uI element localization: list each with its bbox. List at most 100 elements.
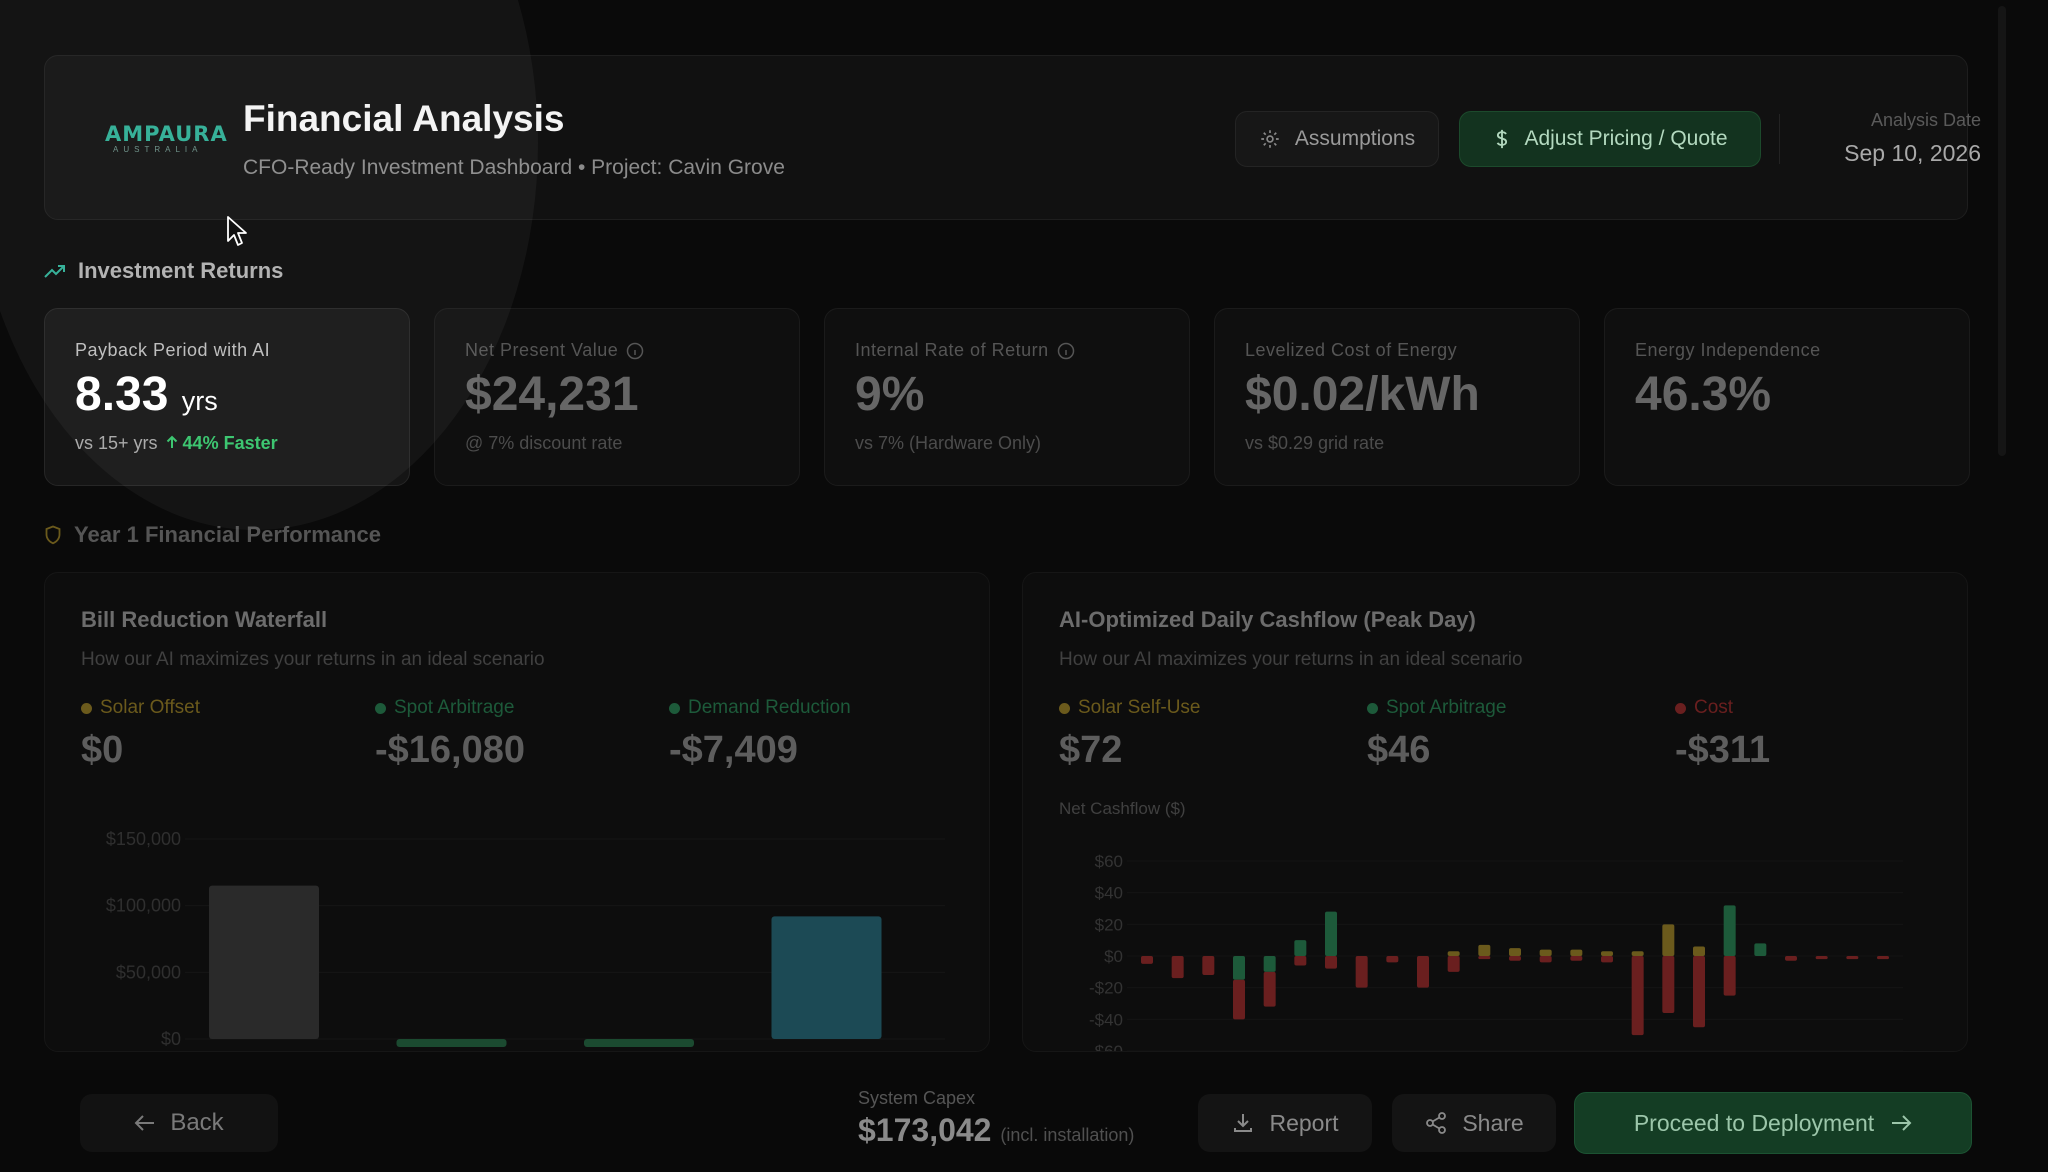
year1-heading: Year 1 Financial Performance [44, 522, 381, 548]
cashflow-bar [1294, 940, 1307, 956]
download-icon [1234, 1114, 1253, 1132]
report-button[interactable]: Report [1198, 1094, 1372, 1152]
share-button[interactable]: Share [1392, 1094, 1556, 1152]
cashflow-bar [1509, 948, 1521, 956]
info-icon[interactable] [626, 342, 644, 360]
cashflow-bar [1539, 956, 1552, 963]
waterfall-bar [584, 1039, 694, 1047]
cashflow-bar [1325, 911, 1337, 956]
cashflow-bar [1539, 949, 1552, 956]
metric-sub: vs 15+ yrs 44% Faster [75, 433, 278, 454]
cashflow-bar [1785, 956, 1797, 961]
npv-value: $24,231 [465, 368, 639, 421]
page-title: Financial Analysis [243, 98, 565, 139]
gear-icon [1261, 130, 1279, 148]
arrow-right-icon [1892, 1115, 1912, 1131]
y-tick-label: $150,000 [106, 829, 181, 849]
faster-badge: 44% Faster [166, 433, 278, 454]
financial-analysis-page: AMPAURA AUSTRALIA Financial Analysis CFO… [0, 0, 2048, 1172]
metric-npv: Net Present Value $24,231 @ 7% discount … [434, 308, 800, 486]
analysis-date-value: Sep 10, 2026 [1844, 140, 1981, 166]
logo-wordmark: AMPAURA [105, 122, 228, 146]
cashflow-bar [1478, 956, 1491, 960]
waterfall-panel: Bill Reduction Waterfall How our AI maxi… [44, 572, 990, 1052]
cashflow-chart: $60 $40 $20 $0 -$20 -$40 -$60 [1089, 852, 1903, 1052]
cashflow-bar [1754, 943, 1767, 956]
assumptions-button[interactable]: Assumptions [1235, 111, 1439, 167]
dollar-icon [1497, 129, 1508, 149]
info-icon[interactable] [1057, 342, 1075, 360]
cashflow-bar [1723, 956, 1736, 996]
mouse-cursor-icon [227, 216, 247, 246]
report-label: Report [1269, 1109, 1339, 1136]
cashflow-bar [1478, 944, 1491, 956]
metric-label: Net Present Value [465, 340, 644, 361]
y-tick-label: $100,000 [106, 896, 181, 916]
cashflow-bar [1815, 956, 1828, 960]
capex-value: $173,042 [858, 1112, 992, 1148]
cashflow-bar [1294, 956, 1307, 966]
cashflow-bar [1631, 951, 1644, 956]
y-tick-label: $0 [161, 1029, 181, 1049]
cashflow-bar [1141, 956, 1153, 964]
cashflow-bar [1417, 956, 1429, 988]
cashflow-bar [1509, 956, 1521, 961]
cashflow-bar [1570, 949, 1583, 956]
cashflow-bar [1846, 956, 1859, 960]
cashflow-bar [1723, 905, 1736, 956]
y-tick-label: $20 [1095, 915, 1123, 934]
cashflow-bar [1233, 979, 1245, 1020]
page-scrollbar[interactable] [1998, 6, 2006, 456]
independence-label: Energy Independence [1635, 340, 1821, 360]
proceed-label: Proceed to Deployment [1633, 1109, 1875, 1136]
cashflow-bar [1325, 956, 1337, 969]
waterfall-bar [396, 1039, 507, 1047]
adjust-pricing-button[interactable]: Adjust Pricing / Quote [1459, 111, 1761, 167]
metric-energy-independence: Energy Independence 46.3% [1604, 308, 1970, 486]
cashflow-bar [1233, 956, 1245, 980]
y-tick-label: -$20 [1089, 979, 1123, 998]
capex-note: (incl. installation) [1000, 1125, 1135, 1145]
page-subtitle: CFO-Ready Investment Dashboard • Project… [243, 156, 785, 179]
cashflow-bar [1601, 956, 1613, 963]
arrow-left-icon [134, 1115, 155, 1131]
y-tick-label: $0 [1104, 947, 1123, 966]
cashflow-bar [1447, 951, 1460, 956]
irr-label: Internal Rate of Return [855, 340, 1049, 360]
npv-label: Net Present Value [465, 340, 619, 360]
company-logo: AMPAURA AUSTRALIA [105, 123, 235, 155]
metric-payback-period: Payback Period with AI 8.33 yrs vs 15+ y… [44, 308, 410, 486]
payback-comparison: vs 15+ yrs [75, 433, 158, 453]
lcoe-sub: vs $0.29 grid rate [1245, 433, 1385, 453]
logo-subtext: AUSTRALIA [113, 145, 203, 154]
cashflow-bar [1263, 971, 1276, 1007]
cashflow-bar [1601, 951, 1613, 956]
cashflow-bar [1386, 956, 1399, 963]
cashflow-bar [1263, 956, 1276, 972]
shield-icon [45, 525, 61, 545]
cashflow-bar [1570, 956, 1583, 961]
metric-value: 8.33 yrs [75, 367, 218, 422]
proceed-to-deployment-button[interactable]: Proceed to Deployment [1574, 1092, 1972, 1154]
y-tick-label: -$40 [1089, 1010, 1123, 1029]
y-tick-label: -$60 [1089, 1042, 1123, 1052]
waterfall-chart: $150,000 $100,000 $50,000 $0 [106, 829, 945, 1049]
arrow-up-icon [166, 435, 177, 448]
y-tick-label: $40 [1095, 884, 1123, 903]
cashflow-bar [1447, 956, 1460, 972]
back-button[interactable]: Back [80, 1094, 278, 1152]
cashflow-bar [1693, 946, 1705, 956]
irr-sub: vs 7% (Hardware Only) [855, 433, 1042, 453]
metric-label: Payback Period with AI [75, 340, 271, 360]
cashflow-bar [1693, 956, 1705, 1028]
waterfall-bar [209, 885, 319, 1039]
waterfall-bar [771, 916, 882, 1039]
cashflow-bar [1662, 924, 1675, 956]
assumptions-label: Assumptions [1294, 127, 1416, 150]
investment-returns-title: Investment Returns [78, 258, 284, 283]
capex-label: System Capex [858, 1088, 976, 1108]
metric-label: Internal Rate of Return [855, 340, 1075, 361]
cashflow-panel: AI-Optimized Daily Cashflow (Peak Day) H… [1022, 572, 1968, 1052]
y-tick-label: $60 [1095, 852, 1123, 871]
faster-label: 44% Faster [182, 433, 278, 453]
